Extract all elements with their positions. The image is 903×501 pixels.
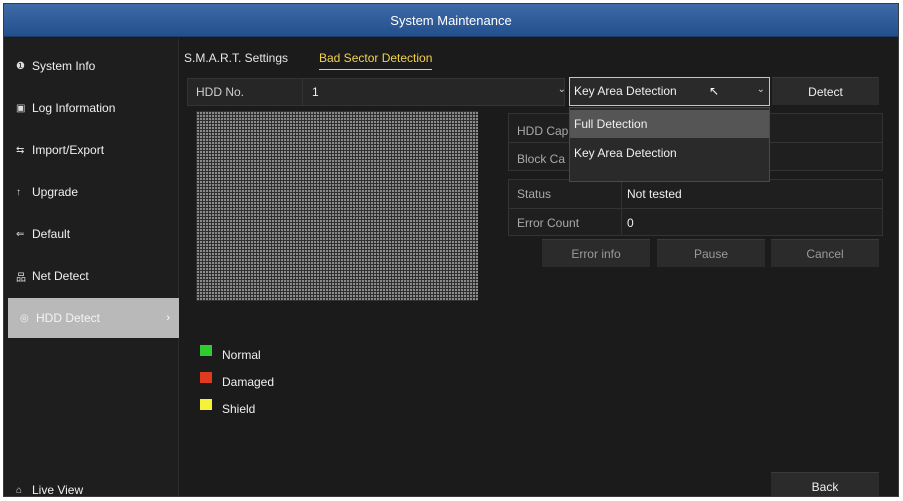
- status-table: Status Not tested Error Count 0: [508, 179, 883, 236]
- damaged-swatch: [200, 371, 212, 383]
- hdd-icon: ◎: [20, 312, 29, 324]
- detection-mode-dropdown: Full Detection Key Area Detection: [569, 107, 770, 182]
- sidebar-item-log-information[interactable]: ▣ Log Information: [4, 88, 179, 128]
- divider: [302, 79, 303, 105]
- divider: [509, 208, 882, 209]
- sidebar-item-label: Default: [32, 227, 71, 241]
- sidebar-item-label: Import/Export: [32, 143, 105, 157]
- home-icon: ⌂: [16, 484, 23, 496]
- sidebar-item-label: Upgrade: [32, 185, 79, 199]
- window-title: System Maintenance: [4, 4, 898, 37]
- detection-mode-value: Key Area Detection: [574, 84, 677, 98]
- error-info-button[interactable]: Error info: [542, 239, 650, 267]
- legend-label: Normal: [222, 348, 261, 362]
- sidebar-item-net-detect[interactable]: 品 Net Detect: [4, 256, 179, 296]
- chevron-down-icon: ⌄: [756, 84, 765, 95]
- tab-smart-settings[interactable]: S.M.A.R.T. Settings: [184, 51, 288, 65]
- option-full-detection[interactable]: Full Detection: [570, 110, 769, 138]
- live-view-label: Live View: [32, 483, 84, 497]
- default-icon: ⇐: [16, 228, 25, 240]
- error-count-label: Error Count: [517, 216, 580, 230]
- detection-mode-select[interactable]: Key Area Detection ↖ ⌄: [569, 77, 770, 106]
- info-icon: ❶: [16, 60, 25, 72]
- legend-label: Damaged: [222, 375, 275, 389]
- sidebar: ❶ System Info ▣ Log Information ⇆ Import…: [4, 38, 179, 496]
- system-maintenance-window: System Maintenance ❶ System Info ▣ Log I…: [3, 3, 899, 497]
- log-icon: ▣: [16, 102, 26, 114]
- sidebar-item-import-export[interactable]: ⇆ Import/Export: [4, 130, 179, 170]
- detect-button[interactable]: Detect: [772, 77, 879, 105]
- upgrade-icon: ↑: [16, 186, 21, 198]
- pause-button[interactable]: Pause: [657, 239, 765, 267]
- sidebar-item-default[interactable]: ⇐ Default: [4, 214, 179, 254]
- sector-map-grid: [196, 111, 478, 301]
- legend-label: Shield: [222, 402, 256, 416]
- live-view-button[interactable]: ⌂ Live View: [4, 470, 179, 497]
- option-key-area-detection[interactable]: Key Area Detection: [570, 139, 769, 167]
- tab-bad-sector-detection[interactable]: Bad Sector Detection: [319, 51, 433, 70]
- hdd-number-select[interactable]: HDD No. 1 ⌄: [187, 78, 566, 106]
- shield-swatch: [200, 398, 212, 410]
- block-capacity-label: Block Ca: [517, 152, 566, 166]
- sidebar-item-label: System Info: [32, 59, 96, 73]
- status-label: Status: [517, 187, 552, 201]
- mouse-cursor-icon: ↖: [709, 84, 720, 98]
- sidebar-item-system-info[interactable]: ❶ System Info: [4, 46, 179, 86]
- chevron-down-icon: ⌄: [557, 84, 566, 95]
- sidebar-item-label: Net Detect: [32, 269, 89, 283]
- sidebar-item-label: Log Information: [32, 101, 116, 115]
- import-export-icon: ⇆: [16, 144, 25, 156]
- sidebar-item-upgrade[interactable]: ↑ Upgrade: [4, 172, 179, 212]
- legend-damaged: Damaged: [200, 370, 274, 389]
- back-button[interactable]: Back: [771, 472, 879, 496]
- hdd-number-value: 1: [312, 85, 319, 99]
- hdd-capacity-label: HDD Cap: [517, 124, 569, 138]
- hdd-number-label: HDD No.: [196, 85, 245, 99]
- legend-shield: Shield: [200, 397, 255, 416]
- network-icon: 品: [16, 272, 26, 284]
- cancel-button[interactable]: Cancel: [771, 239, 879, 267]
- legend-normal: Normal: [200, 343, 261, 362]
- normal-swatch: [200, 344, 212, 356]
- sidebar-item-hdd-detect[interactable]: ◎ HDD Detect ›: [8, 298, 179, 338]
- chevron-right-icon: ›: [166, 312, 170, 324]
- error-count-value: 0: [627, 216, 634, 230]
- status-value: Not tested: [627, 187, 682, 201]
- sidebar-item-label: HDD Detect: [36, 311, 101, 325]
